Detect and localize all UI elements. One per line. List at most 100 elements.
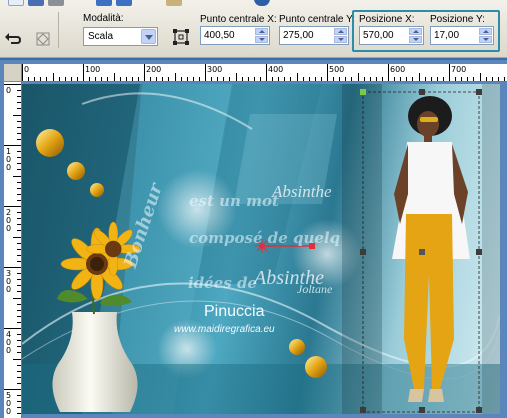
- ruler-tick: [17, 90, 21, 92]
- undo-icon[interactable]: [96, 0, 112, 6]
- info-icon[interactable]: [254, 0, 270, 6]
- ruler-tick: [473, 77, 475, 81]
- toolbar-separator: [58, 12, 59, 48]
- reset-arrow-icon[interactable]: [4, 30, 22, 48]
- position-y-label: Posizione Y:: [430, 14, 485, 25]
- ruler-tick: [4, 389, 21, 390]
- increment-arrow-icon[interactable]: [334, 28, 347, 35]
- center-x-stepper[interactable]: [255, 28, 268, 43]
- image-canvas[interactable]: est un mot Absinthe composé de quelq idé…: [22, 84, 500, 414]
- ruler-tick: [406, 77, 408, 81]
- ruler-label: 700: [451, 65, 467, 74]
- position-x-value: 570,00: [363, 30, 394, 41]
- decrement-arrow-icon[interactable]: [409, 36, 422, 43]
- decrement-arrow-icon[interactable]: [334, 36, 347, 43]
- gold-drop: [36, 129, 64, 157]
- ruler-tick: [17, 199, 21, 201]
- decrement-arrow-icon[interactable]: [255, 36, 268, 43]
- ruler-tick: [461, 77, 463, 81]
- save-icon[interactable]: [28, 0, 44, 6]
- ruler-tick: [17, 230, 21, 232]
- ruler-tick: [17, 102, 21, 104]
- transform-handle[interactable]: [419, 407, 425, 413]
- ruler-tick: [17, 309, 21, 311]
- increment-arrow-icon[interactable]: [409, 28, 422, 35]
- transform-handle[interactable]: [419, 89, 425, 95]
- print-icon[interactable]: [48, 0, 64, 6]
- ruler-tick: [119, 77, 121, 81]
- transform-handle[interactable]: [419, 249, 425, 255]
- gold-drop: [90, 183, 104, 197]
- ruler-tick: [131, 77, 133, 81]
- redo-icon[interactable]: [116, 0, 132, 6]
- ruler-tick: [308, 77, 310, 81]
- position-x-field[interactable]: 570,00: [359, 26, 424, 45]
- ruler-tick: [17, 260, 21, 262]
- center-y-stepper[interactable]: [334, 28, 347, 43]
- woman-figure: [392, 96, 470, 402]
- transform-handle[interactable]: [360, 249, 366, 255]
- ruler-tick: [162, 77, 164, 81]
- ruler-tick: [22, 64, 23, 81]
- ruler-tick: [284, 77, 286, 81]
- ruler-tick: [363, 77, 365, 81]
- ruler-tick: [125, 77, 127, 81]
- paste-icon[interactable]: [166, 0, 182, 6]
- ruler-tick: [412, 77, 414, 81]
- background-art: [22, 84, 500, 414]
- ruler-tick: [13, 358, 21, 360]
- transform-handle[interactable]: [476, 89, 482, 95]
- ruler-tick: [223, 77, 225, 81]
- ruler-tick: [430, 77, 432, 81]
- increment-arrow-icon[interactable]: [479, 28, 492, 35]
- ruler-label: 0: [6, 86, 12, 95]
- ruler-tick: [13, 175, 21, 177]
- ruler-tick: [247, 77, 249, 81]
- position-y-stepper[interactable]: [479, 28, 492, 43]
- ruler-tick: [101, 77, 103, 81]
- ruler-tick: [17, 169, 21, 171]
- center-x-field[interactable]: 400,50: [200, 26, 270, 45]
- ruler-tick: [253, 77, 255, 81]
- tool-options-bar: Modalità: Scala Punto centrale X: 400,50…: [0, 0, 507, 58]
- ruler-tick: [150, 77, 152, 81]
- center-x-label: Punto centrale X:: [200, 14, 277, 25]
- transform-handle[interactable]: [360, 407, 366, 413]
- center-x-value: 400,50: [204, 30, 235, 41]
- ruler-tick: [4, 328, 21, 329]
- ruler-tick: [144, 64, 145, 81]
- ruler-tick: [4, 206, 21, 207]
- signature-1: Absinthe: [272, 182, 332, 201]
- position-x-stepper[interactable]: [409, 28, 422, 43]
- chevron-down-icon[interactable]: [141, 29, 156, 44]
- mode-select[interactable]: Scala: [83, 27, 158, 46]
- center-y-field[interactable]: 275,00: [279, 26, 349, 45]
- ruler-label: 0: [6, 407, 12, 416]
- phrase-line-3: idées de: [188, 274, 257, 292]
- increment-arrow-icon[interactable]: [255, 28, 268, 35]
- new-file-icon[interactable]: [8, 0, 24, 6]
- decrement-arrow-icon[interactable]: [479, 36, 492, 43]
- ruler-tick: [345, 77, 347, 81]
- transform-handle[interactable]: [476, 407, 482, 413]
- apply-icon[interactable]: [34, 30, 52, 48]
- ruler-tick: [278, 77, 280, 81]
- position-y-field[interactable]: 17,00: [430, 26, 494, 45]
- mode-select-value: Scala: [88, 31, 114, 42]
- phrase-line-2: composé de quelq: [189, 229, 341, 247]
- artwork-url: www.maidiregrafica.eu: [174, 324, 275, 335]
- ruler-tick: [17, 413, 21, 415]
- top-toolbar-strip: [0, 0, 507, 8]
- ruler-label: 100: [85, 65, 101, 74]
- ruler-tick: [156, 77, 158, 81]
- transform-box-icon[interactable]: [172, 28, 190, 46]
- ruler-tick: [83, 64, 84, 81]
- transform-handle[interactable]: [476, 249, 482, 255]
- ruler-tick: [491, 77, 493, 81]
- transform-handle[interactable]: [360, 89, 366, 95]
- ruler-tick: [17, 376, 21, 378]
- ruler-tick: [28, 77, 30, 81]
- ruler-tick: [52, 73, 54, 81]
- gold-drop: [305, 356, 327, 378]
- ruler-tick: [229, 77, 231, 81]
